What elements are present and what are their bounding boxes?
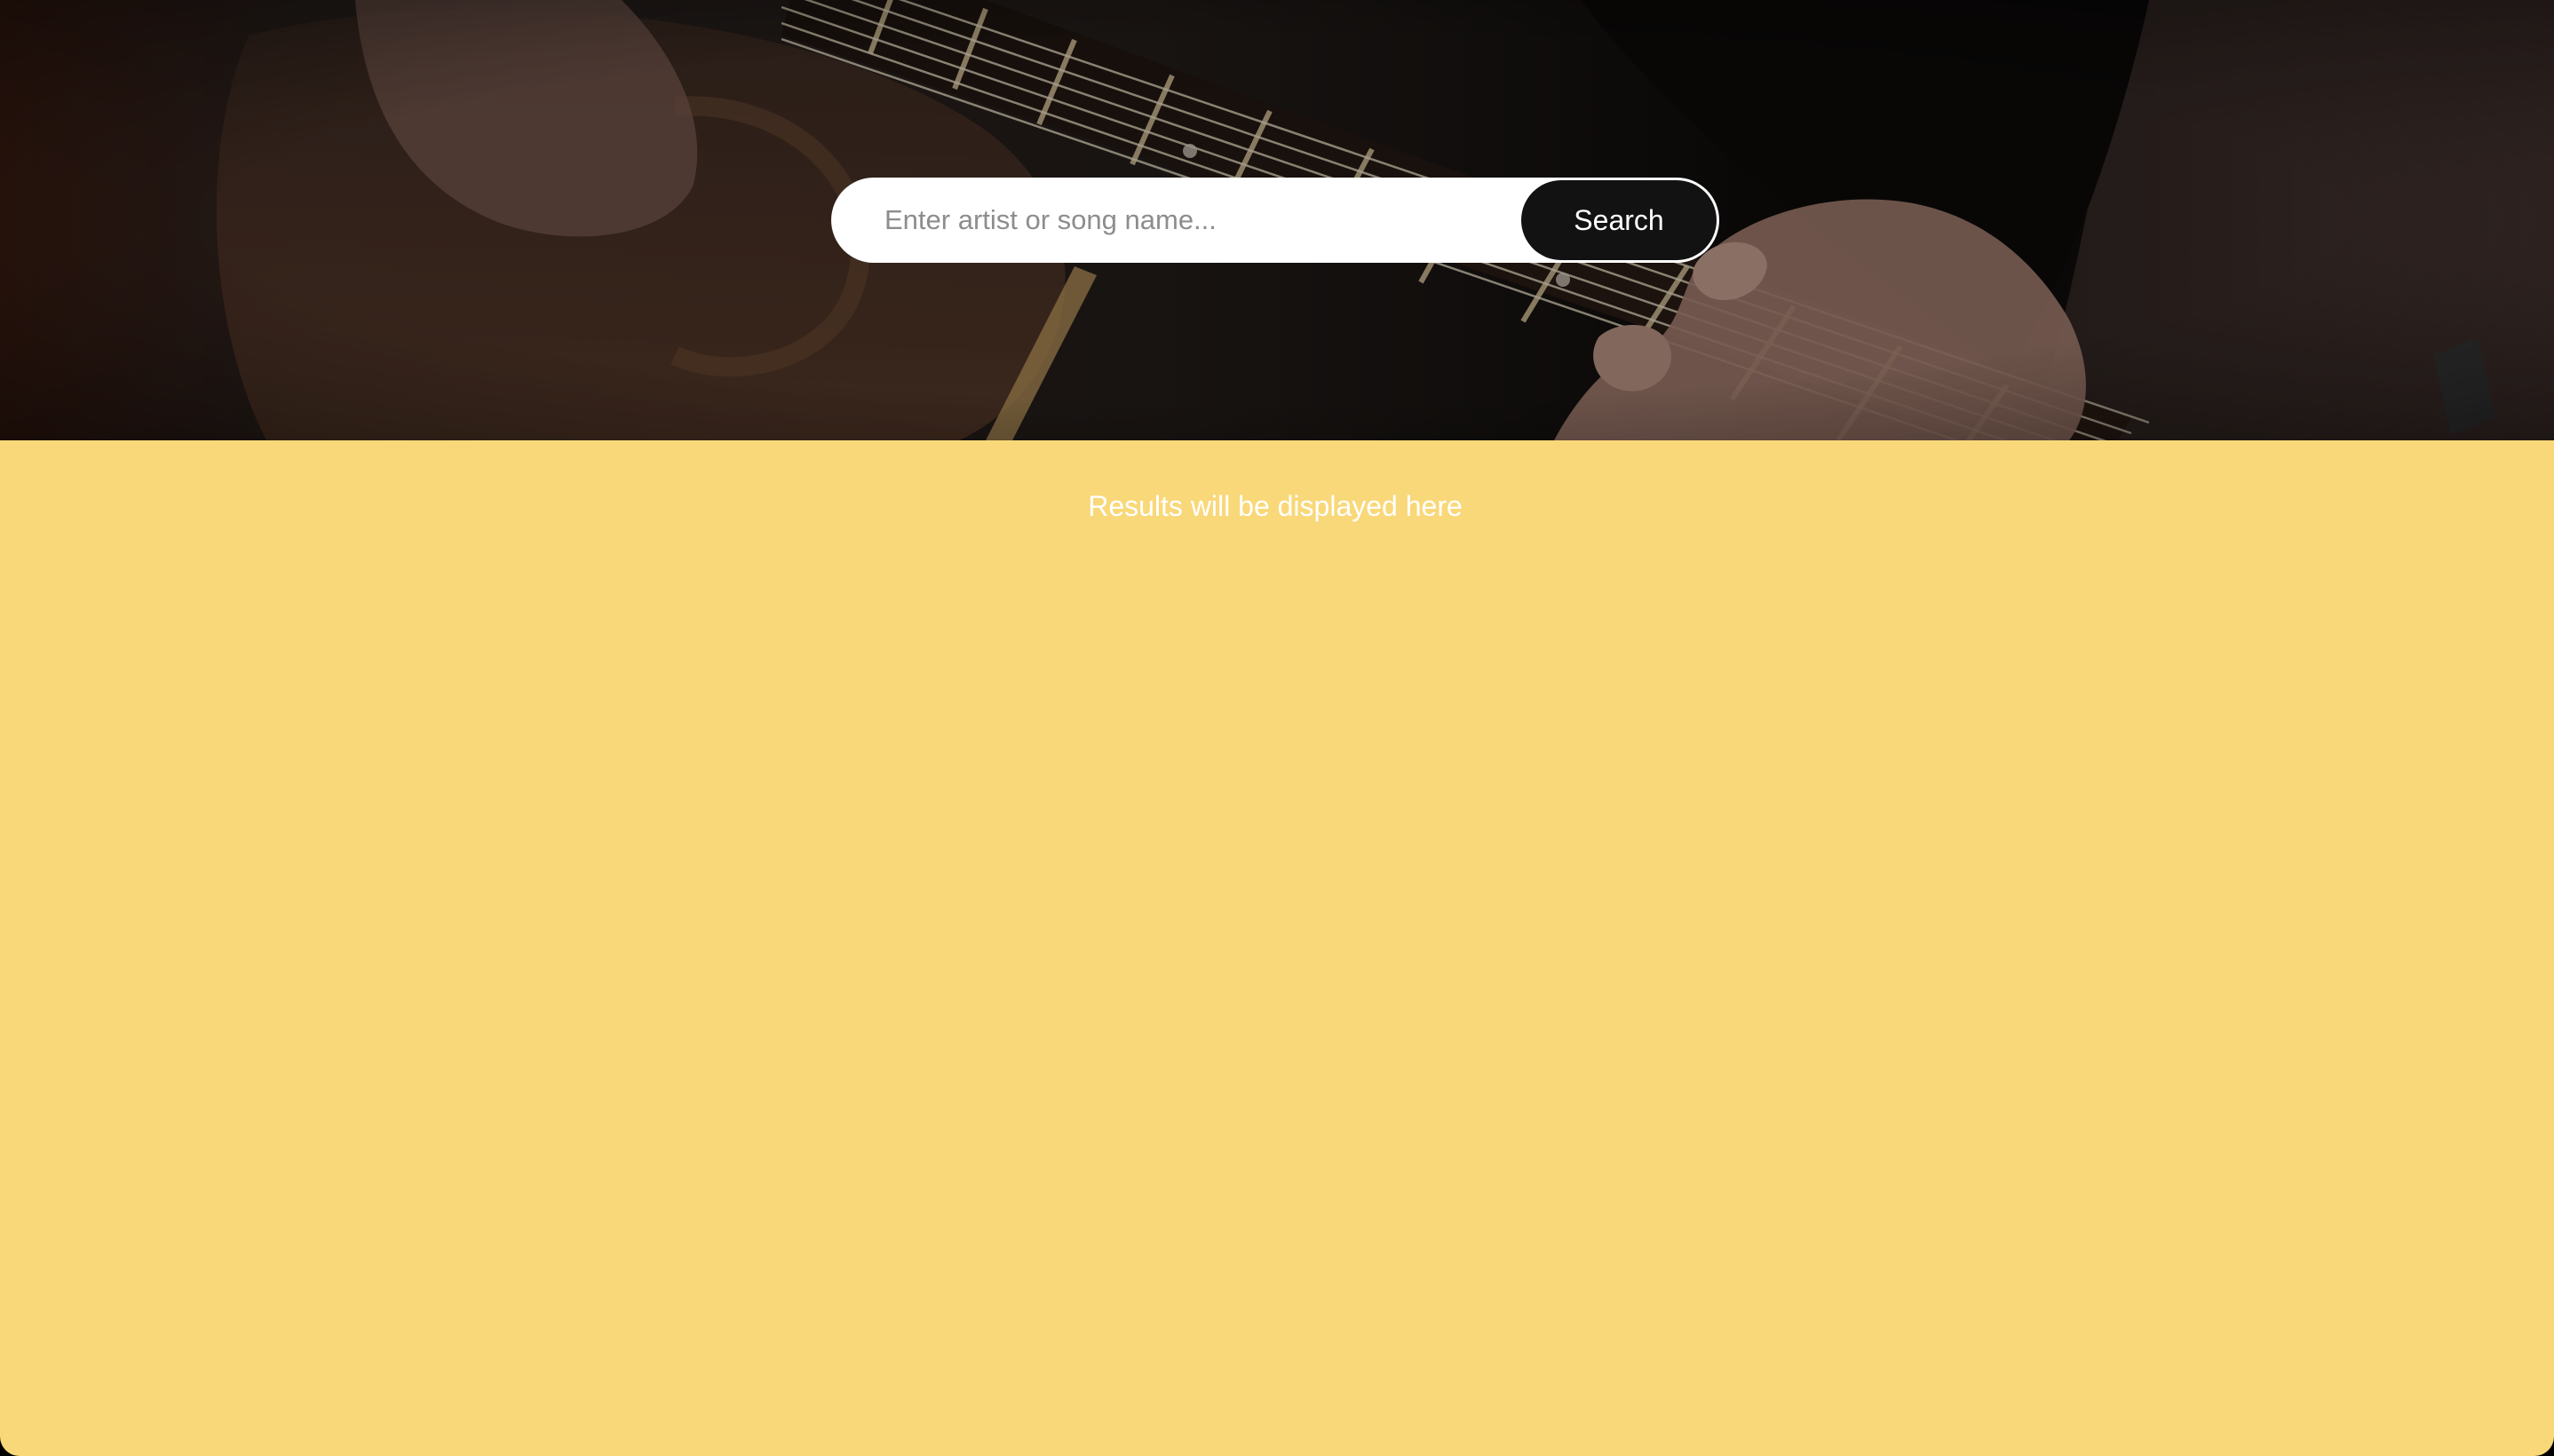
results-area: Results will be displayed here [0, 440, 2554, 1456]
page: Search Results will be displayed here [0, 0, 2554, 1456]
search-bar: Search [831, 178, 1719, 263]
hero-banner: Search [0, 0, 2554, 440]
search-input[interactable] [831, 178, 1521, 263]
search-button[interactable]: Search [1521, 180, 1717, 260]
results-placeholder-text: Results will be displayed here [1088, 490, 1463, 522]
